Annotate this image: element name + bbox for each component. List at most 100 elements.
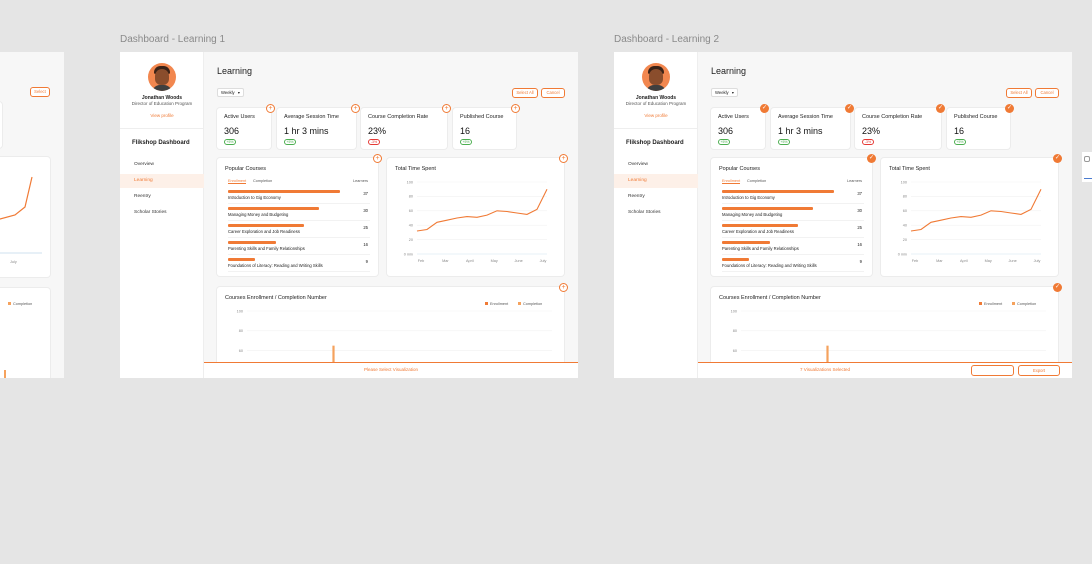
select-all-button[interactable]: Select All bbox=[1006, 88, 1032, 98]
tab-enrollment[interactable]: Enrollment bbox=[722, 179, 741, 184]
course-learner-count: 9 bbox=[859, 259, 862, 264]
course-learner-count: 25 bbox=[363, 225, 368, 230]
sidebar-item-overview[interactable]: Overview bbox=[614, 158, 698, 172]
sidebar-item-learning[interactable]: Learning bbox=[120, 174, 204, 188]
select-all-button[interactable]: Select All bbox=[512, 88, 538, 98]
y-tick-label: 60 bbox=[409, 209, 413, 213]
selection-status: Please Select Visualization bbox=[364, 367, 418, 372]
sidebar-item-learning[interactable]: Learning bbox=[614, 174, 698, 188]
add-visualization-icon[interactable]: + bbox=[442, 104, 451, 113]
time-spent-line-chart: 0 min 20 40 60 80 100 Feb Mar April May June July bbox=[404, 180, 548, 263]
period-select-value: Weekly bbox=[715, 90, 729, 95]
kpi-card-active-users[interactable]: Active Users 306 +5% bbox=[711, 108, 765, 149]
selected-check-icon[interactable]: ✓ bbox=[1053, 154, 1062, 163]
course-learner-count: 16 bbox=[857, 242, 862, 247]
sidebar-item-scholar-stories[interactable]: Scholar Stories bbox=[614, 206, 698, 220]
y-tick-label: 100 bbox=[237, 309, 243, 313]
course-row-divider bbox=[228, 237, 370, 238]
select-button[interactable]: Select bbox=[30, 87, 50, 97]
course-popularity-bar bbox=[228, 258, 256, 261]
frame-label-2: Dashboard - Learning 2 bbox=[614, 34, 720, 45]
course-learner-count: 25 bbox=[857, 225, 862, 230]
course-popularity-bar bbox=[722, 224, 798, 227]
sidebar-item-reentry[interactable]: Reentry bbox=[614, 190, 698, 204]
kpi-card-completion-rate[interactable]: Course Completion Rate 23% -3% bbox=[361, 108, 447, 149]
kpi-value: 1 hr 3 mins bbox=[284, 126, 329, 136]
partial-frame-left: Select July Completion bbox=[0, 52, 64, 378]
kpi-card-session-time[interactable]: Average Session Time 1 hr 3 mins +5% bbox=[771, 108, 850, 149]
total-time-spent-card[interactable]: Total Time Spent 0 min 20 40 60 80 100 Feb Mar A… bbox=[881, 158, 1058, 276]
export-button[interactable]: Export bbox=[1018, 365, 1060, 376]
sidebar-item-overview[interactable]: Overview bbox=[120, 158, 204, 172]
course-name: Parenting Skills and Family Relationship… bbox=[228, 246, 305, 251]
kpi-delta-badge: +5% bbox=[954, 139, 966, 145]
add-visualization-icon[interactable]: + bbox=[559, 283, 568, 292]
popular-courses-card[interactable]: Popular Courses Enrollment Completion Le… bbox=[217, 158, 378, 276]
y-tick-label: 100 bbox=[731, 309, 737, 313]
cancel-button[interactable]: Cancel bbox=[1035, 88, 1059, 98]
partial-frame-right bbox=[1082, 152, 1092, 182]
x-tick-label: July bbox=[1034, 259, 1041, 263]
period-select[interactable]: Weekly ▾ bbox=[217, 88, 244, 97]
add-visualization-icon[interactable]: + bbox=[511, 104, 520, 113]
user-role: Director of Education Program bbox=[131, 101, 193, 106]
add-visualization-icon[interactable]: + bbox=[559, 154, 568, 163]
avatar[interactable] bbox=[642, 63, 670, 91]
selected-check-icon[interactable]: ✓ bbox=[936, 104, 945, 113]
kpi-card-published-course[interactable]: Published Course 16 +5% bbox=[947, 108, 1010, 149]
total-time-spent-card[interactable]: Total Time Spent 0 min 20 40 60 80 100 Feb Mar A… bbox=[387, 158, 564, 276]
cancel-button[interactable]: Cancel bbox=[541, 88, 565, 98]
add-visualization-icon[interactable]: + bbox=[266, 104, 275, 113]
course-row-divider bbox=[722, 203, 864, 204]
selected-check-icon[interactable]: ✓ bbox=[760, 104, 769, 113]
y-tick-label: 20 bbox=[409, 238, 413, 242]
selected-check-icon[interactable]: ✓ bbox=[1053, 283, 1062, 292]
kpi-value: 23% bbox=[368, 126, 387, 136]
course-row-divider bbox=[722, 271, 864, 272]
tab-completion[interactable]: Completion bbox=[747, 179, 766, 183]
kpi-card-active-users[interactable]: Active Users 306 +5% bbox=[217, 108, 271, 149]
selected-check-icon[interactable]: ✓ bbox=[845, 104, 854, 113]
selected-check-icon[interactable]: ✓ bbox=[1005, 104, 1014, 113]
popular-courses-title: Popular Courses bbox=[719, 166, 760, 172]
partial-line-chart: July bbox=[0, 176, 42, 264]
course-name: Foundations of Literacy: Reading and Wri… bbox=[228, 263, 323, 268]
y-tick-label: 80 bbox=[239, 329, 243, 333]
add-visualization-icon[interactable]: + bbox=[351, 104, 360, 113]
chevron-down-icon: ▾ bbox=[237, 90, 240, 95]
period-select-value: Weekly bbox=[221, 90, 235, 95]
kpi-delta-badge: -3% bbox=[368, 139, 380, 145]
kpi-card-completion-rate[interactable]: Course Completion Rate 23% -3% bbox=[855, 108, 941, 149]
popular-courses-card[interactable]: Popular Courses Enrollment Completion Le… bbox=[711, 158, 872, 276]
sidebar-item-reentry[interactable]: Reentry bbox=[120, 190, 204, 204]
view-profile-link[interactable]: View profile bbox=[614, 113, 698, 118]
course-name: Introduction to Gig Economy bbox=[722, 195, 775, 200]
time-spent-line bbox=[416, 188, 548, 232]
course-name: Introduction to Gig Economy bbox=[228, 195, 281, 200]
y-tick-label: 0 min bbox=[404, 252, 413, 256]
sidebar-item-scholar-stories[interactable]: Scholar Stories bbox=[120, 206, 204, 220]
avatar[interactable] bbox=[148, 63, 176, 91]
course-learner-count: 30 bbox=[857, 208, 862, 213]
partial-bar bbox=[4, 370, 6, 378]
selection-status: 7 Visualizations Selected bbox=[800, 367, 850, 372]
y-tick-label: 60 bbox=[239, 349, 243, 353]
user-role: Director of Education Program bbox=[625, 101, 687, 106]
tab-enrollment[interactable]: Enrollment bbox=[228, 179, 247, 184]
course-learner-count: 9 bbox=[365, 259, 368, 264]
period-select[interactable]: Weekly ▾ bbox=[711, 88, 738, 97]
course-learner-count: 16 bbox=[363, 242, 368, 247]
tab-completion[interactable]: Completion bbox=[253, 179, 272, 183]
x-tick-label: Mar bbox=[936, 259, 943, 263]
course-popularity-bar bbox=[228, 241, 277, 244]
view-profile-link[interactable]: View profile bbox=[120, 113, 204, 118]
kpi-card-session-time[interactable]: Average Session Time 1 hr 3 mins +5% bbox=[277, 108, 356, 149]
selected-check-icon[interactable]: ✓ bbox=[867, 154, 876, 163]
learners-header: Learners bbox=[353, 179, 368, 183]
y-tick-label: 100 bbox=[407, 180, 413, 184]
add-visualization-icon[interactable]: + bbox=[373, 154, 382, 163]
course-name: Managing Money and Budgeting bbox=[722, 212, 783, 217]
kpi-card-published-course[interactable]: Published Course 16 +5% bbox=[453, 108, 516, 149]
secondary-action-button[interactable] bbox=[971, 365, 1014, 376]
kpi-label: Published Course bbox=[954, 114, 998, 120]
